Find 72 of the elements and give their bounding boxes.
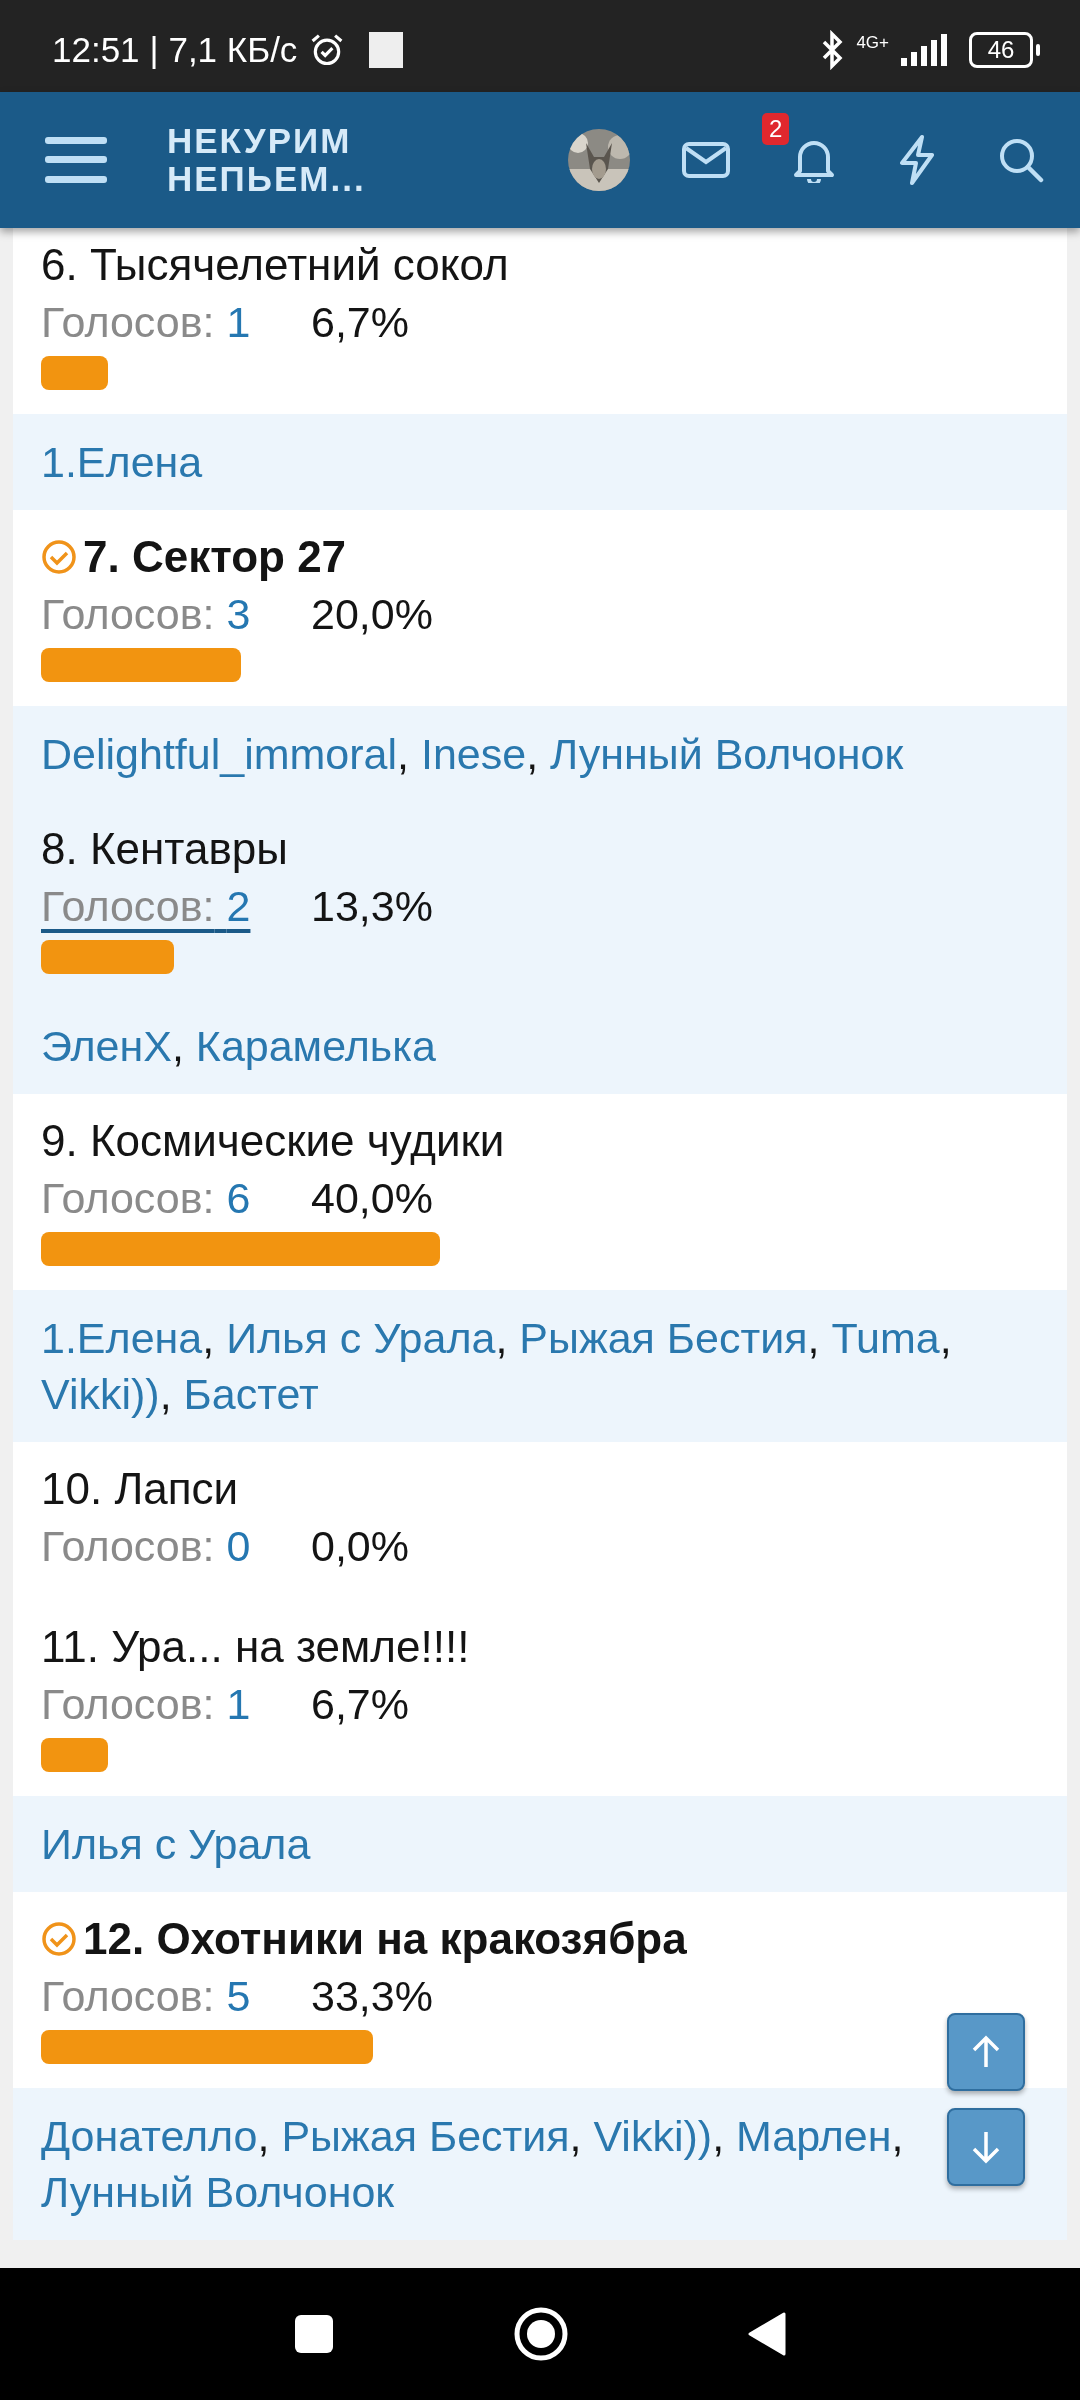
vote-percent: 6,7% bbox=[311, 1679, 409, 1729]
voter-link[interactable]: Tuma bbox=[831, 1314, 940, 1362]
voter-link[interactable]: Лунный Волчонок bbox=[550, 730, 904, 778]
comma: , bbox=[807, 1314, 820, 1362]
menu-icon[interactable] bbox=[45, 137, 107, 183]
poll-option-title: 9. Космические чудики bbox=[41, 1116, 505, 1166]
poll-option-title: 11. Ура... на земле!!!! bbox=[41, 1622, 470, 1672]
vote-bar bbox=[41, 1738, 108, 1772]
arrow-up-icon bbox=[971, 2035, 1001, 2069]
comma: , bbox=[939, 1314, 952, 1362]
poll-option-title: 10. Лапси bbox=[41, 1464, 239, 1514]
comma: , bbox=[397, 730, 410, 778]
voter-link[interactable]: Vikki)) bbox=[41, 1370, 160, 1418]
comma: , bbox=[202, 1314, 215, 1362]
voter-link[interactable]: Илья с Урала bbox=[41, 1820, 311, 1868]
comma: , bbox=[712, 2112, 725, 2160]
vote-percent: 40,0% bbox=[311, 1173, 433, 1223]
vote-percent: 33,3% bbox=[311, 1971, 433, 2021]
comma: , bbox=[171, 1022, 184, 1070]
voter-link[interactable]: Марлен bbox=[736, 2112, 892, 2160]
voter-link[interactable]: Рыжая Бестия bbox=[519, 1314, 808, 1362]
voter-link[interactable]: 1.Елена bbox=[41, 1314, 203, 1362]
vote-percent: 13,3% bbox=[311, 881, 433, 931]
arrow-down-icon bbox=[971, 2130, 1001, 2164]
home-button[interactable] bbox=[514, 2307, 568, 2361]
comma: , bbox=[257, 2112, 270, 2160]
voter-link[interactable]: 1.Елена bbox=[41, 438, 203, 486]
back-button[interactable] bbox=[748, 2312, 786, 2356]
voter-link[interactable]: Лунный Волчонок bbox=[41, 2168, 395, 2216]
poll-option-title: 12. Охотники на кракозябра bbox=[83, 1914, 687, 1964]
signal-icon bbox=[899, 34, 949, 66]
votes-link[interactable]: Голосов: 0 bbox=[41, 1521, 311, 1571]
site-logo-text[interactable]: НЕПЬЕМ... bbox=[167, 160, 366, 198]
voter-link[interactable]: Inese bbox=[421, 730, 527, 778]
vote-percent: 20,0% bbox=[311, 589, 433, 639]
comma: , bbox=[891, 2112, 904, 2160]
notification-icon bbox=[369, 32, 404, 68]
votes-link[interactable]: Голосов: 5 bbox=[41, 1971, 311, 2021]
recents-button[interactable] bbox=[294, 2314, 334, 2354]
votes-link[interactable]: Голосов: 1 bbox=[41, 1679, 311, 1729]
comma: , bbox=[159, 1370, 172, 1418]
votes-link[interactable]: Голосов: 6 bbox=[41, 1173, 311, 1223]
poll-option-title: 7. Сектор 27 bbox=[83, 532, 347, 582]
poll-option-title: 6. Тысячелетний сокол bbox=[41, 240, 509, 290]
votes-link[interactable]: Голосов: 3 bbox=[41, 589, 311, 639]
comma: , bbox=[569, 2112, 582, 2160]
lightning-icon[interactable] bbox=[898, 135, 936, 185]
comma: , bbox=[495, 1314, 508, 1362]
vote-percent: 0,0% bbox=[311, 1521, 409, 1571]
mail-icon[interactable] bbox=[682, 142, 730, 178]
notification-badge: 2 bbox=[762, 113, 790, 145]
voter-link[interactable]: Рыжая Бестия bbox=[281, 2112, 570, 2160]
voter-link[interactable]: Карамелька bbox=[195, 1022, 436, 1070]
voter-link[interactable]: Бастет bbox=[183, 1370, 319, 1418]
poll-option-title: 8. Кентавры bbox=[41, 824, 288, 874]
scroll-down-button[interactable] bbox=[947, 2108, 1025, 2186]
votes-link[interactable]: Голосов: 2 bbox=[41, 881, 311, 931]
voter-link[interactable]: Vikki)) bbox=[593, 2112, 713, 2160]
search-icon[interactable] bbox=[998, 137, 1044, 183]
voter-link[interactable]: Илья с Урала bbox=[226, 1314, 496, 1362]
voter-link[interactable]: Донателло bbox=[41, 2112, 258, 2160]
voter-link[interactable]: ЭленХ bbox=[41, 1022, 172, 1070]
vote-percent: 6,7% bbox=[311, 297, 409, 347]
vote-bar bbox=[41, 356, 108, 390]
comma: , bbox=[526, 730, 539, 778]
status-time: 12:51 bbox=[52, 30, 140, 70]
voter-link[interactable]: Delightful_immoral bbox=[41, 730, 398, 778]
network-type: 4G+ bbox=[856, 33, 889, 53]
scroll-up-button[interactable] bbox=[947, 2013, 1025, 2091]
site-logo-text[interactable]: НЕКУРИМ bbox=[167, 122, 366, 160]
votes-link[interactable]: Голосов: 1 bbox=[41, 297, 311, 347]
network-speed: | 7,1 КБ/с bbox=[149, 30, 298, 70]
